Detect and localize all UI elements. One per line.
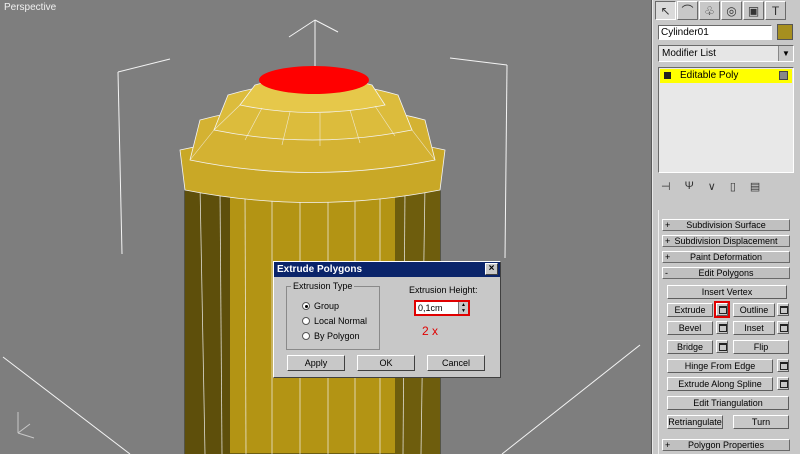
rollout-subdivision-displacement[interactable]: + Subdivision Displacement bbox=[662, 235, 790, 247]
plus-icon: + bbox=[665, 252, 671, 262]
modifier-list-dropdown[interactable]: Modifier List ▼ bbox=[658, 45, 794, 62]
stack-toolbar: ⊣ Ψ ∨ ▯ ▤ bbox=[661, 180, 793, 194]
inset-settings-button[interactable] bbox=[777, 321, 789, 334]
expand-icon[interactable] bbox=[664, 72, 671, 79]
rollout-edit-polygons[interactable]: - Edit Polygons bbox=[662, 267, 790, 279]
extrusion-height-label: Extrusion Height: bbox=[409, 285, 478, 295]
cancel-button[interactable]: Cancel bbox=[427, 355, 485, 371]
extrusion-type-label: Extrusion Type bbox=[291, 281, 355, 291]
hierarchy-tab-icon[interactable]: ♧ bbox=[699, 1, 720, 20]
modifier-stack[interactable]: Editable Poly bbox=[658, 67, 794, 173]
extrude-polygons-dialog: Extrude Polygons × Extrusion Type Group … bbox=[273, 261, 501, 378]
extrusion-height-value[interactable]: 0,1cm bbox=[418, 303, 443, 313]
rollout-polygon-properties[interactable]: + Polygon Properties bbox=[662, 439, 790, 451]
axis-gizmo bbox=[17, 412, 35, 439]
radio-local-normal[interactable]: Local Normal bbox=[302, 316, 367, 326]
close-icon[interactable]: × bbox=[485, 263, 498, 275]
rollout-label: Polygon Properties bbox=[687, 440, 765, 450]
edit-triangulation-button[interactable]: Edit Triangulation bbox=[667, 396, 789, 410]
extrusion-height-spinner[interactable]: 0,1cm ▲ ▼ bbox=[414, 300, 470, 316]
rollout-label: Subdivision Surface bbox=[686, 220, 766, 230]
rollout-panel: + Subdivision Surface + Subdivision Displa… bbox=[658, 210, 797, 454]
minus-icon: - bbox=[665, 268, 668, 278]
viewport-scene bbox=[2, 19, 641, 454]
object-name-field[interactable]: Cylinder01 bbox=[658, 25, 772, 40]
bevel-settings-button[interactable] bbox=[716, 321, 728, 334]
spinner-arrows-icon[interactable]: ▲ ▼ bbox=[458, 302, 468, 314]
retriangulate-button[interactable]: Retriangulate bbox=[667, 415, 723, 429]
radio-by-polygon[interactable]: By Polygon bbox=[302, 331, 360, 341]
rollout-label: Edit Polygons bbox=[698, 268, 754, 278]
radio-group[interactable]: Group bbox=[302, 301, 339, 311]
perspective-viewport[interactable]: Perspective bbox=[0, 0, 652, 454]
modifier-list-label: Modifier List bbox=[662, 48, 716, 59]
stack-item-toggle-icon[interactable] bbox=[779, 71, 788, 80]
command-panel-tabs: ↖ ⌒ ♧ ◎ ▣ T bbox=[655, 1, 799, 21]
create-tab-pointer-icon[interactable]: ↖ bbox=[655, 1, 676, 20]
insert-vertex-button[interactable]: Insert Vertex bbox=[667, 285, 787, 299]
outline-settings-button[interactable] bbox=[777, 303, 789, 316]
plus-icon: + bbox=[665, 220, 671, 230]
extrude-along-spline-button[interactable]: Extrude Along Spline bbox=[667, 377, 773, 391]
chevron-down-icon: ▼ bbox=[778, 46, 793, 61]
cylinder-mesh bbox=[179, 66, 446, 454]
inset-button[interactable]: Inset bbox=[733, 321, 775, 335]
ok-button[interactable]: OK bbox=[357, 355, 415, 371]
bridge-button[interactable]: Bridge bbox=[667, 340, 713, 354]
motion-tab-icon[interactable]: ◎ bbox=[721, 1, 742, 20]
radio-label: By Polygon bbox=[314, 331, 360, 341]
apply-button[interactable]: Apply bbox=[287, 355, 345, 371]
extrude-settings-button[interactable] bbox=[714, 301, 730, 318]
annotation-text: 2 x bbox=[422, 324, 439, 338]
radio-icon[interactable] bbox=[302, 332, 310, 340]
flip-button[interactable]: Flip bbox=[733, 340, 789, 354]
radio-selected-icon[interactable] bbox=[302, 302, 310, 310]
extrude-along-spline-settings-button[interactable] bbox=[777, 377, 789, 390]
utilities-tab-hammer-icon[interactable]: T bbox=[765, 1, 786, 20]
bevel-button[interactable]: Bevel bbox=[667, 321, 713, 335]
make-unique-icon[interactable]: ∨ bbox=[708, 180, 716, 194]
extrude-button[interactable]: Extrude bbox=[667, 303, 713, 317]
plus-icon: + bbox=[665, 440, 671, 450]
rollout-paint-deformation[interactable]: + Paint Deformation bbox=[662, 251, 790, 263]
command-panel: ↖ ⌒ ♧ ◎ ▣ T Cylinder01 Modifier List ▼ E… bbox=[652, 0, 800, 454]
turn-button[interactable]: Turn bbox=[733, 415, 789, 429]
hinge-settings-button[interactable] bbox=[777, 359, 789, 372]
configure-sets-icon[interactable]: ▤ bbox=[750, 180, 760, 194]
radio-icon[interactable] bbox=[302, 317, 310, 325]
object-color-swatch[interactable] bbox=[777, 24, 793, 40]
plus-icon: + bbox=[665, 236, 671, 246]
rollout-label: Subdivision Displacement bbox=[674, 236, 778, 246]
hinge-from-edge-button[interactable]: Hinge From Edge bbox=[667, 359, 773, 373]
radio-label: Local Normal bbox=[314, 316, 368, 326]
stack-item-label: Editable Poly bbox=[680, 70, 739, 81]
show-end-result-icon[interactable]: Ψ bbox=[685, 180, 694, 194]
radio-label: Group bbox=[314, 301, 340, 311]
rollout-label: Paint Deformation bbox=[689, 252, 763, 262]
rollout-subdivision-surface[interactable]: + Subdivision Surface bbox=[662, 219, 790, 231]
dialog-title: Extrude Polygons bbox=[277, 264, 363, 275]
bridge-settings-button[interactable] bbox=[716, 340, 728, 353]
selected-polygon bbox=[259, 66, 369, 94]
remove-modifier-icon[interactable]: ▯ bbox=[730, 180, 736, 194]
modify-tab-curve-icon[interactable]: ⌒ bbox=[677, 1, 698, 20]
stack-item-editable-poly[interactable]: Editable Poly bbox=[660, 69, 792, 83]
display-tab-icon[interactable]: ▣ bbox=[743, 1, 764, 20]
dialog-titlebar[interactable]: Extrude Polygons × bbox=[274, 262, 500, 277]
outline-button[interactable]: Outline bbox=[733, 303, 775, 317]
pin-stack-icon[interactable]: ⊣ bbox=[661, 180, 671, 194]
